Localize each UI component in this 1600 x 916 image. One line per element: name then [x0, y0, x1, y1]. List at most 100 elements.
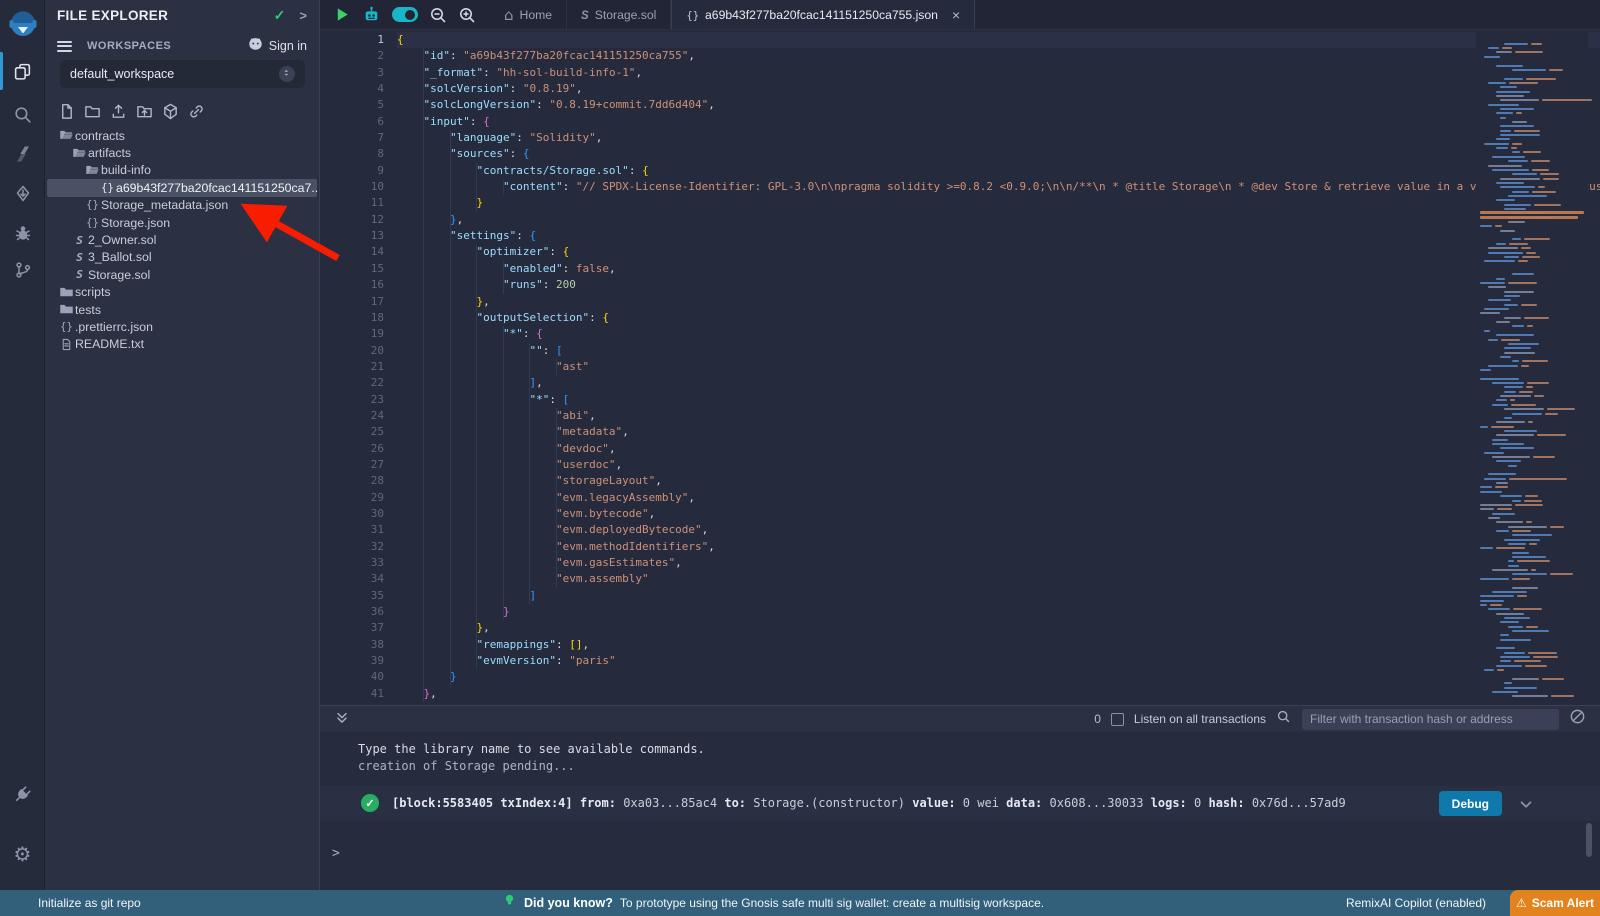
code-line: 15 "enabled": false, [320, 261, 1600, 277]
tab-home[interactable]: ⌂Home [490, 0, 567, 29]
code-line: 12 }, [320, 212, 1600, 228]
link-icon[interactable] [183, 100, 209, 122]
filter-input[interactable] [1302, 709, 1559, 730]
lightbulb-icon [502, 893, 517, 913]
terminal-line: Type the library name to see available c… [358, 742, 705, 756]
zoom-out-icon[interactable] [429, 6, 447, 24]
tree-item-label: scripts [75, 285, 111, 299]
tree-item-3-ballot-sol[interactable]: S3_Ballot.sol [45, 249, 319, 266]
line-number: 38 [320, 637, 384, 653]
activity-bar: ⚙ [0, 0, 45, 890]
tree-item-readme-txt[interactable]: README.txt [45, 336, 319, 353]
code-editor[interactable]: 1{2 "id": "a69b43f277ba20fcac141151250ca… [320, 30, 1600, 705]
upload-file-icon[interactable] [105, 100, 131, 122]
tree-item--prettierrc-json[interactable]: {}.prettierrc.json [45, 318, 319, 335]
tree-item-a69b43f277ba20fcac141151250ca7-[interactable]: {}a69b43f277ba20fcac141151250ca7... [47, 179, 317, 196]
tree-item-scripts[interactable]: scripts [45, 284, 319, 301]
copilot-status[interactable]: RemixAI Copilot (enabled) [1346, 896, 1486, 910]
line-number: 40 [320, 669, 384, 685]
upload-folder-icon[interactable] [131, 100, 157, 122]
line-number: 35 [320, 588, 384, 604]
workspace-select[interactable]: default_workspace [60, 60, 305, 88]
tree-item-label: 2_Owner.sol [88, 233, 156, 247]
terminal-expand-icon[interactable] [334, 711, 350, 727]
code-line: 34 "evm.assembly" [320, 571, 1600, 587]
tx-expand-icon[interactable] [1518, 797, 1534, 818]
line-number: 33 [320, 555, 384, 571]
solidity-icon: S [71, 251, 88, 264]
new-file-icon[interactable] [53, 100, 79, 122]
plugin-manager-icon[interactable] [0, 776, 45, 812]
git-init-button[interactable]: Initialize as git repo [38, 896, 141, 910]
sign-in-button[interactable]: Sign in [247, 36, 307, 56]
run-script-icon[interactable] [334, 6, 351, 23]
chevron-right-icon[interactable]: > [299, 8, 307, 23]
tree-item-artifacts[interactable]: artifacts [45, 144, 319, 161]
tree-item-storage-json[interactable]: {}Storage.json [45, 214, 319, 231]
minimap[interactable] [1476, 30, 1588, 705]
cube-icon[interactable] [157, 100, 183, 122]
tab-storage-sol[interactable]: SStorage.sol [567, 0, 671, 29]
tree-item-build-info[interactable]: build-info [45, 162, 319, 179]
file-icon [58, 338, 75, 351]
tree-item-2-owner-sol[interactable]: S2_Owner.sol [45, 231, 319, 248]
code-line: 39 "evmVersion": "paris" [320, 653, 1600, 669]
tab-label: Storage.sol [595, 8, 657, 22]
editor-toolbar [320, 0, 476, 29]
json-icon: {} [84, 217, 101, 229]
workspaces-menu-icon[interactable] [57, 41, 72, 52]
listen-checkbox[interactable] [1111, 713, 1124, 726]
git-icon[interactable] [0, 252, 45, 288]
terminal-prompt[interactable]: > [332, 846, 340, 861]
deploy-run-icon[interactable] [0, 176, 45, 212]
editor-area: ⌂HomeSStorage.sol{}a69b43f277ba20fcac141… [320, 0, 1600, 705]
tree-item-storage-sol[interactable]: SStorage.sol [45, 266, 319, 283]
line-number: 21 [320, 359, 384, 375]
workspace-name: default_workspace [70, 67, 174, 81]
code-line: 38 "remappings": [], [320, 637, 1600, 653]
search-icon[interactable] [0, 96, 45, 132]
settings-icon[interactable]: ⚙ [0, 836, 45, 872]
copilot-toggle[interactable] [392, 7, 418, 22]
new-folder-icon[interactable] [79, 100, 105, 122]
remix-ide-window: ⚙ FILE EXPLORER ✓ > WORKSPACES Sign in d… [0, 0, 1600, 916]
check-icon: ✓ [274, 7, 286, 24]
transaction-count: 0 [1094, 712, 1101, 726]
line-number: 22 [320, 375, 384, 391]
code-line: 17 }, [320, 294, 1600, 310]
code-line: 1{ [320, 32, 1600, 48]
json-icon: {} [84, 199, 101, 211]
file-explorer-icon[interactable] [0, 53, 45, 89]
tx-success-icon: ✓ [361, 794, 379, 812]
line-number: 7 [320, 130, 384, 146]
solidity-compiler-icon[interactable] [0, 136, 45, 172]
debug-button[interactable]: Debug [1439, 791, 1502, 816]
folder-closed-icon [58, 285, 75, 300]
terminal-scrollbar[interactable] [1586, 823, 1592, 857]
scam-alert-badge[interactable]: ⚠ Scam Alert [1510, 890, 1600, 916]
line-number: 9 [320, 163, 384, 179]
tree-item-contracts[interactable]: contracts [45, 127, 319, 144]
remix-logo-icon[interactable] [0, 6, 45, 44]
zoom-in-icon[interactable] [458, 6, 476, 24]
line-number: 14 [320, 244, 384, 260]
clear-console-icon[interactable] [1569, 708, 1586, 730]
line-number: 12 [320, 212, 384, 228]
line-number: 20 [320, 343, 384, 359]
ai-copilot-icon[interactable] [362, 5, 381, 24]
tree-item-storage-metadata-json[interactable]: {}Storage_metadata.json [45, 197, 319, 214]
code-line: 16 "runs": 200 [320, 277, 1600, 293]
code-line: 2 "id": "a69b43f277ba20fcac141151250ca75… [320, 48, 1600, 64]
code-line: 7 "language": "Solidity", [320, 130, 1600, 146]
close-tab-icon[interactable]: × [952, 8, 960, 22]
tree-item-label: build-info [101, 163, 151, 177]
line-number: 34 [320, 571, 384, 587]
line-number: 16 [320, 277, 384, 293]
tab-a69b43f277ba20fcac141151250ca755-json[interactable]: {}a69b43f277ba20fcac141151250ca755.json× [671, 0, 975, 29]
code-line: 27 "userdoc", [320, 457, 1600, 473]
tree-item-tests[interactable]: tests [45, 301, 319, 318]
tree-item-label: README.txt [75, 337, 144, 351]
code-line: 14 "optimizer": { [320, 244, 1600, 260]
debugger-icon[interactable] [0, 215, 45, 251]
code-line: 26 "devdoc", [320, 441, 1600, 457]
